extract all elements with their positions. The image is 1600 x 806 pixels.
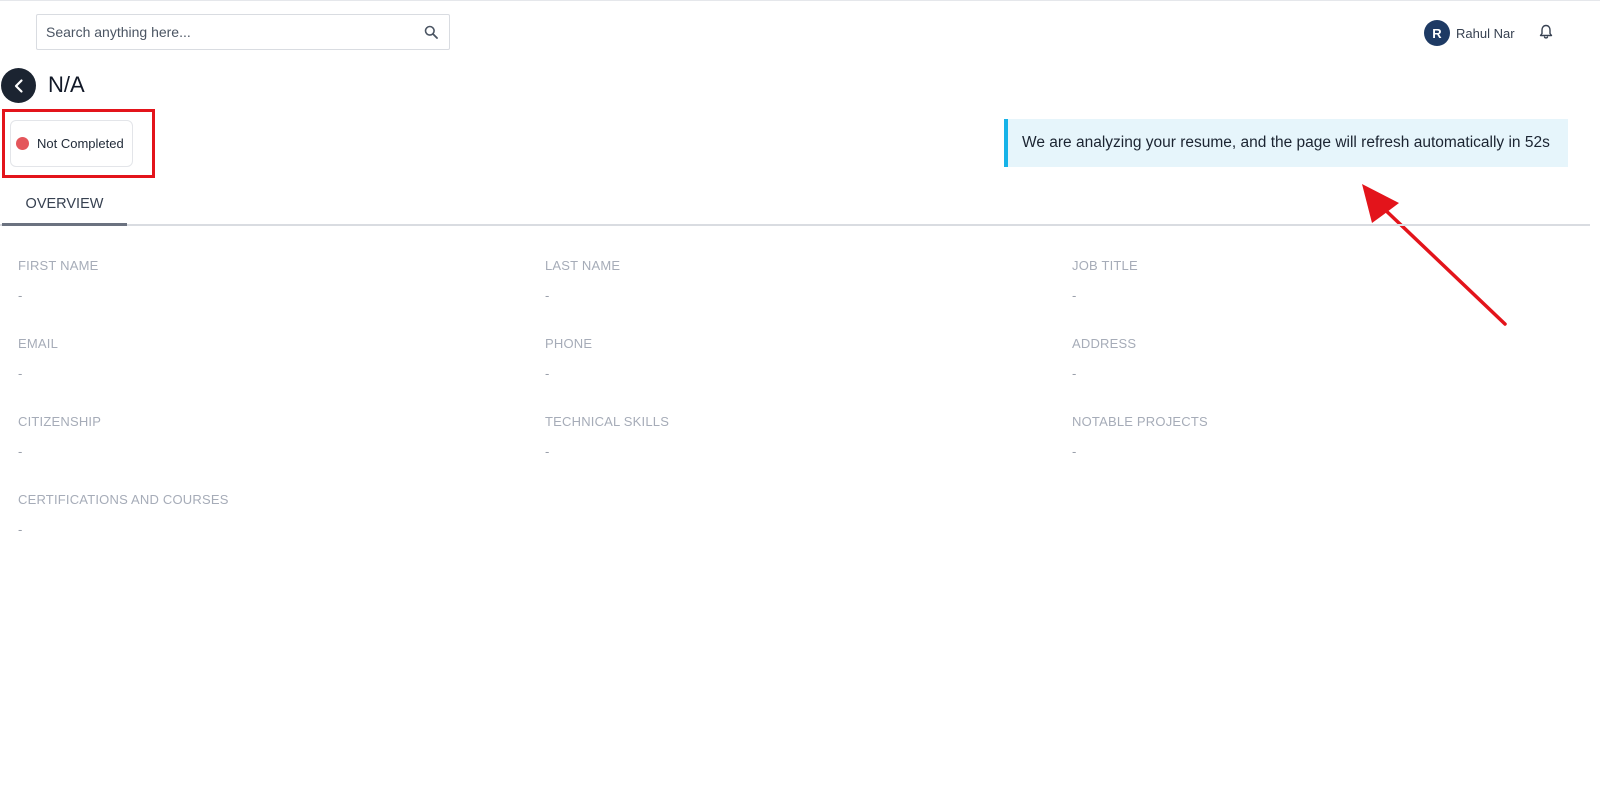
field-value: -: [545, 288, 550, 303]
field-label: NOTABLE PROJECTS: [1072, 414, 1208, 429]
field-label: TECHNICAL SKILLS: [545, 414, 670, 429]
user-name[interactable]: Rahul Nar: [1456, 26, 1515, 41]
field-value: -: [545, 366, 550, 381]
field-value: -: [1072, 366, 1077, 381]
avatar[interactable]: R: [1424, 20, 1450, 46]
field-value: -: [1072, 444, 1077, 459]
field-label: CITIZENSHIP: [18, 414, 102, 429]
field-phone: PHONE -: [545, 336, 1025, 381]
field-citizenship: CITIZENSHIP -: [18, 414, 498, 459]
annotation-highlight-box: [2, 109, 155, 178]
field-technical-skills: TECHNICAL SKILLS -: [545, 414, 1025, 459]
search-bar[interactable]: [36, 14, 450, 50]
field-value: -: [545, 444, 550, 459]
tab-overview[interactable]: OVERVIEW: [2, 191, 127, 226]
chevron-left-icon: [14, 78, 23, 93]
field-value: -: [1072, 288, 1077, 303]
field-notable-projects: NOTABLE PROJECTS -: [1072, 414, 1552, 459]
field-value: -: [18, 522, 23, 537]
field-value: -: [18, 444, 23, 459]
field-label: EMAIL: [18, 336, 59, 351]
field-label: PHONE: [545, 336, 593, 351]
field-job-title: JOB TITLE -: [1072, 258, 1552, 303]
field-email: EMAIL -: [18, 336, 498, 381]
tab-bar: OVERVIEW: [0, 191, 1590, 226]
bell-icon[interactable]: [1539, 24, 1555, 42]
field-label: FIRST NAME: [18, 258, 99, 273]
field-first-name: FIRST NAME -: [18, 258, 498, 303]
field-address: ADDRESS -: [1072, 336, 1552, 381]
user-menu[interactable]: R Rahul Nar: [1424, 20, 1515, 46]
field-value: -: [18, 366, 23, 381]
banner-message: We are analyzing your resume, and the pa…: [1022, 134, 1550, 151]
search-input[interactable]: [46, 24, 423, 40]
field-certifications-and-courses: CERTIFICATIONS AND COURSES -: [18, 492, 498, 537]
page: R Rahul Nar N/A Not Completed We are ana…: [0, 0, 1600, 806]
field-value: -: [18, 288, 23, 303]
field-label: JOB TITLE: [1072, 258, 1138, 273]
page-title: N/A: [48, 72, 85, 97]
search-icon[interactable]: [423, 24, 439, 40]
field-label: ADDRESS: [1072, 336, 1137, 351]
field-last-name: LAST NAME -: [545, 258, 1025, 303]
back-button[interactable]: [1, 68, 36, 103]
field-label: CERTIFICATIONS AND COURSES: [18, 492, 229, 507]
resume-analysis-banner: We are analyzing your resume, and the pa…: [1004, 119, 1568, 167]
field-label: LAST NAME: [545, 258, 621, 273]
